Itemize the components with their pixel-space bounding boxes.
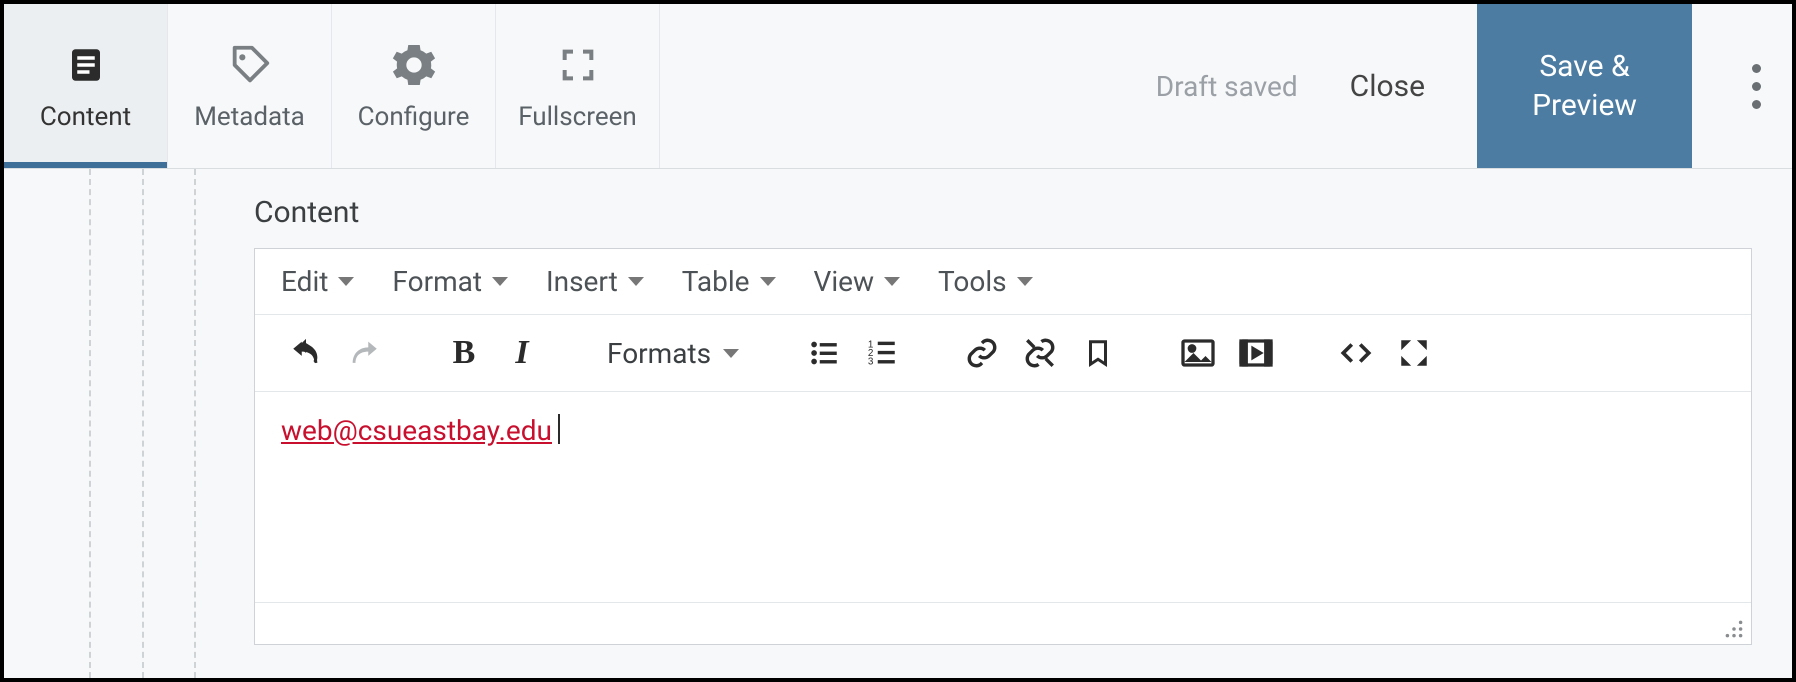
page-body: Content Edit Format Insert Table View To… bbox=[4, 169, 1792, 678]
chevron-down-icon bbox=[338, 277, 354, 286]
tag-icon bbox=[227, 40, 273, 90]
svg-text:3: 3 bbox=[868, 356, 874, 367]
italic-button[interactable]: I bbox=[493, 329, 551, 377]
bookmark-icon bbox=[1083, 336, 1113, 370]
close-button[interactable]: Close bbox=[1332, 59, 1443, 114]
video-button[interactable] bbox=[1227, 329, 1285, 377]
text-cursor bbox=[558, 414, 560, 444]
tab-content-label: Content bbox=[40, 102, 131, 132]
chevron-down-icon bbox=[760, 277, 776, 286]
email-link[interactable]: web@csueastbay.edu bbox=[281, 414, 552, 447]
tab-metadata-label: Metadata bbox=[194, 102, 305, 132]
code-icon bbox=[1339, 336, 1373, 370]
tab-content[interactable]: Content bbox=[4, 4, 168, 168]
italic-icon: I bbox=[515, 334, 528, 372]
resize-handle[interactable] bbox=[1723, 618, 1745, 640]
menu-insert[interactable]: Insert bbox=[546, 265, 644, 298]
save-preview-button[interactable]: Save & Preview bbox=[1477, 4, 1692, 168]
tab-fullscreen[interactable]: Fullscreen bbox=[496, 4, 660, 168]
redo-button[interactable] bbox=[335, 329, 393, 377]
tab-configure[interactable]: Configure bbox=[332, 4, 496, 168]
undo-icon bbox=[289, 336, 323, 370]
chevron-down-icon bbox=[884, 277, 900, 286]
topbar-actions: Draft saved Close Save & Preview bbox=[1156, 4, 1792, 168]
numbered-list-button[interactable]: 123 bbox=[853, 329, 911, 377]
link-icon bbox=[965, 336, 999, 370]
bullet-list-button[interactable] bbox=[795, 329, 853, 377]
video-icon bbox=[1238, 338, 1274, 368]
rich-text-editor: Edit Format Insert Table View Tools B bbox=[254, 248, 1752, 645]
bold-icon: B bbox=[453, 334, 476, 372]
menu-view[interactable]: View bbox=[814, 265, 901, 298]
editor-toolbar: B I Formats 123 bbox=[255, 315, 1751, 392]
editor-content-area[interactable]: web@csueastbay.edu bbox=[255, 392, 1751, 602]
chevron-down-icon bbox=[628, 277, 644, 286]
formats-dropdown[interactable]: Formats bbox=[593, 331, 753, 376]
tab-fullscreen-label: Fullscreen bbox=[518, 102, 637, 132]
fullscreen-icon bbox=[558, 40, 598, 90]
main-column: Content Edit Format Insert Table View To… bbox=[244, 169, 1792, 678]
menu-tools[interactable]: Tools bbox=[938, 265, 1033, 298]
section-label: Content bbox=[254, 195, 1752, 230]
menu-format[interactable]: Format bbox=[392, 265, 508, 298]
source-code-button[interactable] bbox=[1327, 329, 1385, 377]
left-gutter bbox=[4, 169, 244, 678]
editor-footer bbox=[255, 602, 1751, 644]
bullet-list-icon bbox=[807, 336, 841, 370]
redo-icon bbox=[347, 336, 381, 370]
image-button[interactable] bbox=[1169, 329, 1227, 377]
fullscreen-editor-button[interactable] bbox=[1385, 329, 1443, 377]
document-icon bbox=[65, 40, 107, 90]
menu-table[interactable]: Table bbox=[682, 265, 776, 298]
unlink-icon bbox=[1023, 336, 1057, 370]
kebab-icon bbox=[1752, 64, 1761, 109]
link-button[interactable] bbox=[953, 329, 1011, 377]
chevron-down-icon bbox=[1017, 277, 1033, 286]
tab-metadata[interactable]: Metadata bbox=[168, 4, 332, 168]
tab-configure-label: Configure bbox=[358, 102, 470, 132]
expand-icon bbox=[1397, 336, 1431, 370]
gear-icon bbox=[391, 40, 437, 90]
editor-menubar: Edit Format Insert Table View Tools bbox=[255, 249, 1751, 315]
draft-status: Draft saved bbox=[1156, 70, 1298, 103]
chevron-down-icon bbox=[723, 349, 739, 358]
menu-edit[interactable]: Edit bbox=[281, 265, 354, 298]
chevron-down-icon bbox=[492, 277, 508, 286]
more-menu-button[interactable] bbox=[1726, 4, 1786, 168]
top-tab-bar: Content Metadata Configure Fullscreen Dr… bbox=[4, 4, 1792, 169]
bookmark-button[interactable] bbox=[1069, 329, 1127, 377]
resize-grip-icon bbox=[1723, 618, 1745, 640]
undo-button[interactable] bbox=[277, 329, 335, 377]
bold-button[interactable]: B bbox=[435, 329, 493, 377]
image-icon bbox=[1180, 338, 1216, 368]
numbered-list-icon: 123 bbox=[865, 336, 899, 370]
unlink-button[interactable] bbox=[1011, 329, 1069, 377]
